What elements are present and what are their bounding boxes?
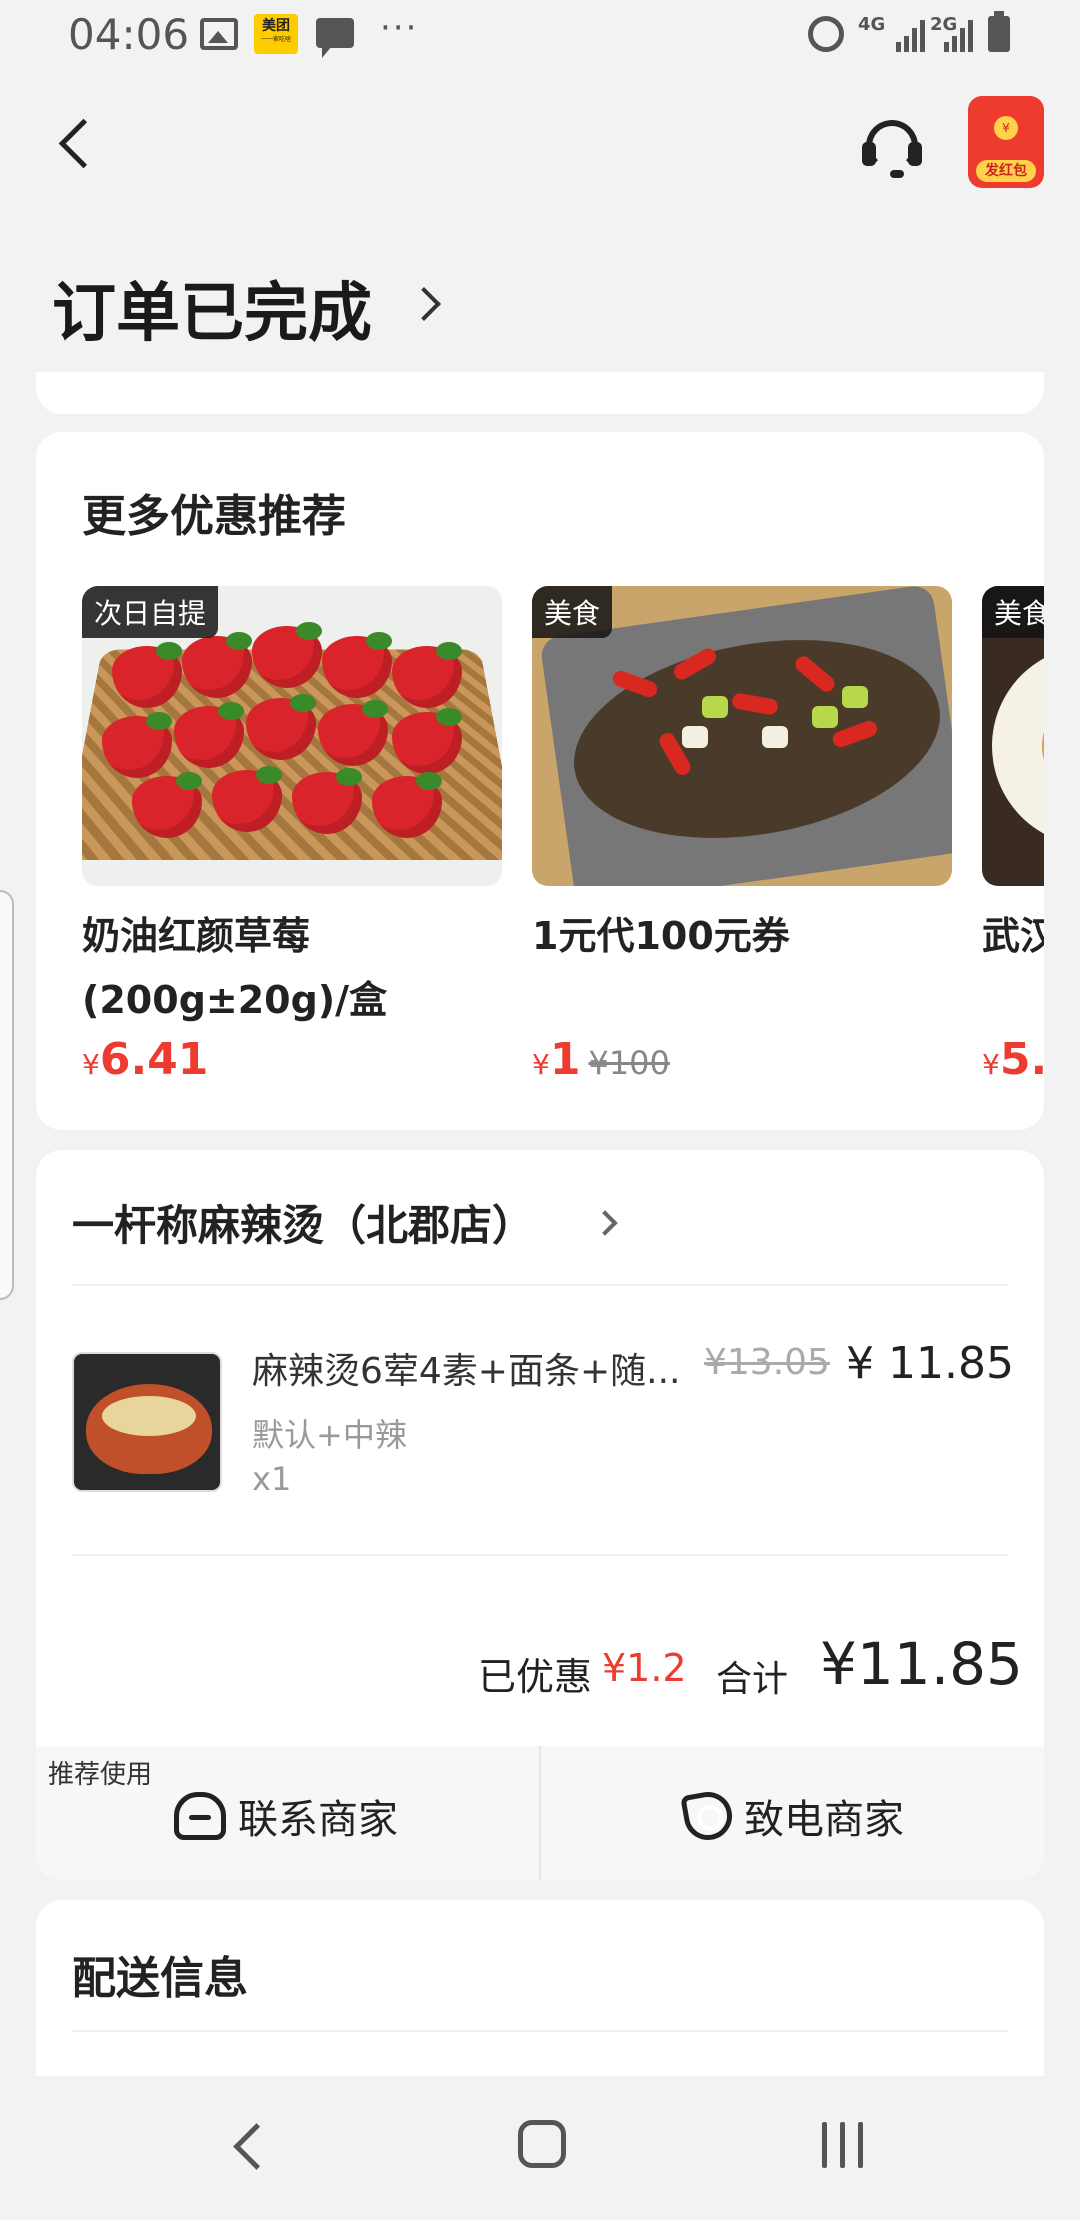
alarm-icon xyxy=(808,16,844,52)
discount-amount: ¥1.2 xyxy=(602,1646,687,1690)
promo-tag: 美食 xyxy=(532,586,613,638)
delivery-title: 配送信息 xyxy=(72,1953,248,2004)
status-time: 04:06 xyxy=(68,10,190,59)
message-icon xyxy=(316,18,354,58)
promo-tag: 次日自提 xyxy=(82,586,219,638)
headset-icon[interactable] xyxy=(856,112,928,184)
coin-icon: ¥ xyxy=(994,116,1018,140)
promo-item-price: ¥1 ¥100 xyxy=(532,1034,670,1085)
divider xyxy=(72,1554,1008,1556)
divider xyxy=(72,1284,1008,1286)
recommend-badge: 推荐使用 xyxy=(48,1760,153,1790)
chevron-right-icon[interactable] xyxy=(412,282,442,322)
total-amount: ¥11.85 xyxy=(820,1630,1023,1698)
status-bar: 04:06 美团 一一家吃啥 ··· 4G 2G xyxy=(0,0,1080,72)
promo-item-price: ¥5.9 xyxy=(982,1034,1044,1085)
promo-item-price: ¥6.41 xyxy=(82,1034,209,1085)
order-item-spec: 默认+中辣 xyxy=(252,1416,407,1454)
contact-merchant-label: 联系商家 xyxy=(238,1797,398,1843)
nav-home-icon[interactable] xyxy=(518,2120,566,2168)
battery-icon xyxy=(988,11,1010,52)
order-item-original-price: ¥13.05 xyxy=(704,1342,830,1383)
phone-icon xyxy=(680,1788,736,1844)
order-status-title[interactable]: 订单已完成 xyxy=(52,262,372,354)
discount-label: 已优惠 xyxy=(478,1655,593,1699)
nav-recents-icon[interactable] xyxy=(820,2122,866,2168)
grilled-fish-image: 美食 xyxy=(532,586,952,886)
red-packet-button[interactable]: ¥ 发红包 xyxy=(968,96,1044,188)
back-chevron-icon[interactable] xyxy=(52,112,100,176)
edge-panel-handle[interactable] xyxy=(0,890,14,1300)
chevron-right-icon[interactable] xyxy=(596,1210,620,1234)
more-notifications-icon: ··· xyxy=(380,8,419,48)
meituan-app-icon: 美团 一一家吃啥 xyxy=(254,14,298,54)
call-merchant-button[interactable]: 致电商家 xyxy=(680,1788,904,1844)
divider xyxy=(72,2030,1008,2032)
call-merchant-label: 致电商家 xyxy=(744,1797,904,1843)
store-name[interactable]: 一杆称麻辣烫（北郡店） xyxy=(72,1192,534,1253)
red-packet-label: 发红包 xyxy=(976,160,1036,182)
divider xyxy=(539,1746,541,1880)
signal-icon xyxy=(896,18,930,52)
promo-item-name: 奶油红颜草莓(200g±20g)/盒 xyxy=(82,914,388,1022)
nav-back-icon[interactable] xyxy=(228,2118,268,2174)
promo-section-title: 更多优惠推荐 xyxy=(82,491,346,542)
contact-merchant-button[interactable]: 联系商家 xyxy=(174,1788,398,1844)
promo-item-clipped[interactable]: 美食 武汉 ¥5.9 xyxy=(982,586,1044,1086)
order-item-name[interactable]: 麻辣烫6荤4素+面条+随... xyxy=(252,1342,698,1394)
promo-tag: 美食 xyxy=(982,586,1044,638)
gallery-icon xyxy=(200,18,238,50)
total-label: 合计 xyxy=(716,1659,789,1700)
chat-icon xyxy=(174,1792,226,1840)
promo-item-original-price: ¥100 xyxy=(588,1044,670,1082)
signal-icon xyxy=(944,18,978,52)
network-label-4g: 4G xyxy=(858,14,886,35)
order-item-image[interactable] xyxy=(72,1352,222,1492)
order-item-quantity: x1 xyxy=(252,1460,292,1498)
promo-item-name: 1元代100元券 xyxy=(532,914,790,958)
previous-card xyxy=(36,372,1044,414)
strawberry-image: 次日自提 xyxy=(82,586,502,886)
order-item-price: ¥ 11.85 xyxy=(846,1338,1014,1389)
promo-item-name: 武汉 xyxy=(982,914,1044,958)
food-image: 美食 xyxy=(982,586,1044,886)
